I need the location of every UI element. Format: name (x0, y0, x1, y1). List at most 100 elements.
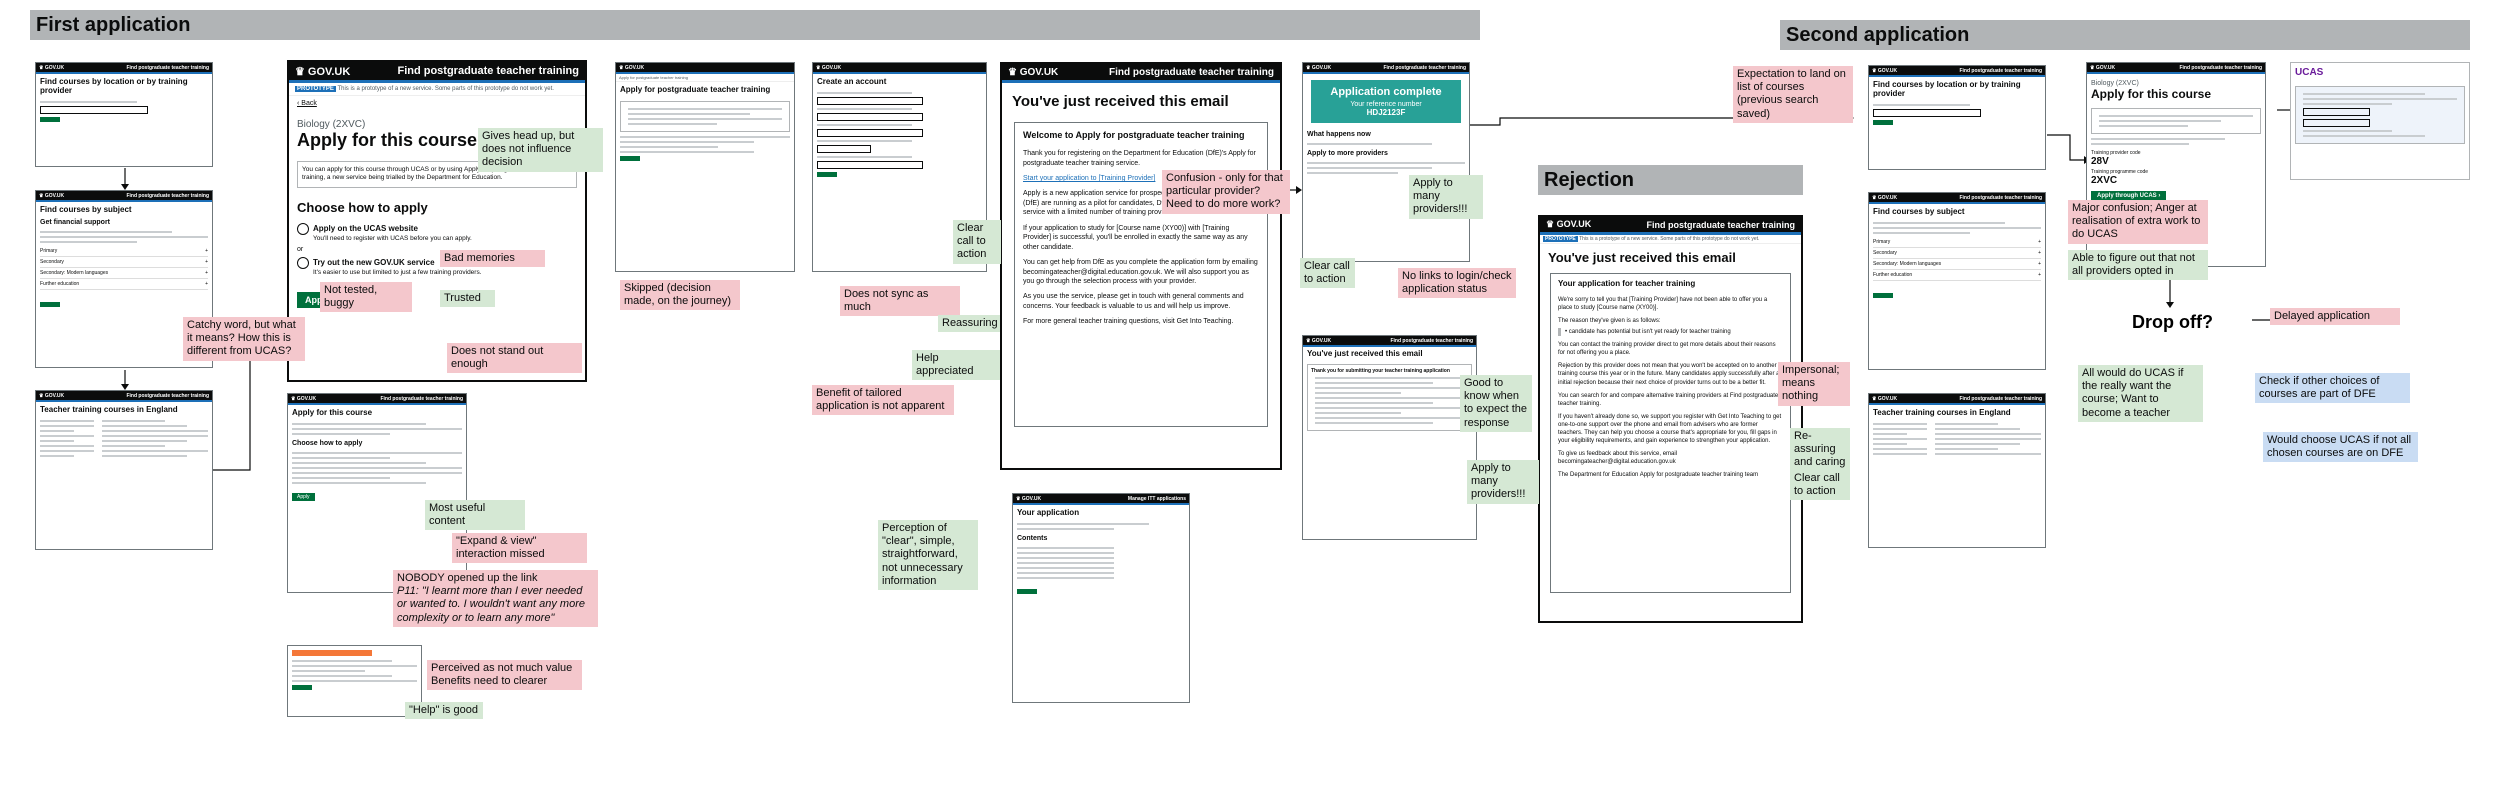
radio-govuk[interactable] (297, 256, 309, 269)
gov-header: ♛ GOV.UK Find postgraduate teacher train… (1002, 64, 1280, 80)
rejection-reason: • candidate has potential but isn't yet … (1558, 328, 1783, 337)
ucas-username[interactable] (2303, 108, 2370, 116)
info-box (620, 100, 790, 132)
gov-header: ♛ GOV.UK Find postgraduate teacher traini… (1303, 336, 1476, 345)
note: Clear call to action (953, 220, 1001, 264)
note: Catchy word, but what it means? How this… (183, 317, 305, 361)
screen-second-find-location: ♛ GOV.UK Find postgraduate teacher traini… (1868, 65, 2046, 170)
gov-header: ♛ GOV.UK Find postgraduate teacher traini… (1869, 66, 2045, 75)
filter-panel (36, 417, 98, 460)
email-paragraph: We're sorry to tell you that [Training P… (1558, 296, 1768, 311)
continue-button[interactable] (40, 301, 60, 307)
reference-label: Your reference number (1350, 101, 1422, 108)
confirmation-title: Application complete (1330, 86, 1442, 98)
note: Good to know when to expect the response (1460, 375, 1532, 432)
crown-logo-icon: ♛ (1008, 66, 1020, 78)
screen-apply-for-course: ♛ GOV.UK Find postgraduate teacher train… (287, 60, 587, 382)
provider-code: 28V (2091, 156, 2109, 167)
subject-row[interactable]: Secondary + (40, 257, 208, 268)
continue-button[interactable] (1873, 119, 1893, 125)
email-paragraph: Rejection by this provider does not mean… (1558, 363, 1783, 386)
service-name[interactable]: Find postgraduate teacher training (1109, 67, 1274, 78)
option-ucas[interactable]: Apply on the UCAS website You'll need to… (289, 221, 585, 244)
screen-apply-expanded: ♛ GOV.UK Find postgraduate teacher traini… (287, 393, 467, 593)
note: Expectation to land on list of courses (… (1733, 66, 1853, 123)
continue-button[interactable] (292, 685, 312, 690)
screen-submission-email: ♛ GOV.UK Find postgraduate teacher traini… (1302, 335, 1477, 540)
start-button[interactable] (620, 155, 640, 161)
screen-title: Teacher training courses in England (40, 405, 178, 414)
section-header-first-application: First application (30, 10, 1480, 40)
continue-button[interactable] (1873, 292, 1893, 298)
location-input[interactable] (1873, 108, 1981, 117)
crown-logo-icon: ♛ (295, 65, 308, 78)
service-name[interactable]: Find postgraduate teacher training (1646, 220, 1795, 230)
note: Re-assuring and caring (1790, 428, 1850, 472)
email-field[interactable] (817, 96, 923, 105)
subject-row[interactable]: Primary + (40, 246, 208, 257)
note-perceived-value: Perceived as not much value Benefits nee… (427, 660, 582, 691)
page-title: Apply for this course (2091, 87, 2212, 101)
submit-button[interactable] (1017, 588, 1037, 594)
page-title: You've just received this email (1548, 250, 1736, 265)
note: Clear call to action (1790, 470, 1850, 501)
screen-apply-landing: ♛ GOV.UK Apply for postgraduate teacher … (615, 62, 795, 272)
note: Perception of "clear", simple, straightf… (878, 520, 978, 590)
find-link-paragraph[interactable]: You can search for and compare alternati… (1558, 392, 1783, 408)
plus-icon: + (205, 247, 208, 254)
warning-banner (292, 650, 372, 656)
provider-code-label: Training provider code (2091, 150, 2141, 156)
phone-field[interactable] (817, 160, 923, 169)
subject-row[interactable]: Secondary + (1873, 248, 2041, 259)
subject-row[interactable]: Secondary: Modern languages + (40, 268, 208, 279)
subject-row[interactable]: Primary + (1873, 237, 2041, 248)
screen-help-panel (287, 645, 422, 717)
note: Trusted (440, 290, 495, 308)
subject-row[interactable]: Further education + (40, 279, 208, 290)
gov-header: ♛ GOV.UK Find postgraduate teacher traini… (36, 391, 212, 400)
note: Able to figure out that not all provider… (2068, 250, 2208, 281)
plus-icon: + (2038, 271, 2041, 278)
confirmation-panel: Application complete Your reference numb… (1311, 80, 1461, 123)
email-paragraph: If your application to study for [Course… (1023, 224, 1248, 251)
crown-logo-icon: ♛ GOV.UK (816, 64, 842, 71)
screen-second-find-subject: ♛ GOV.UK Find postgraduate teacher traini… (1868, 192, 2046, 370)
subject-row[interactable]: Further education + (1873, 270, 2041, 281)
radio-ucas[interactable] (297, 222, 309, 235)
location-input[interactable] (40, 105, 148, 114)
plus-icon: + (205, 269, 208, 276)
ucas-password[interactable] (2303, 119, 2370, 127)
screen-title: Find courses by location or by training … (40, 77, 188, 95)
gov-header: ♛ GOV.UK Find postgraduate teacher traini… (1869, 394, 2045, 403)
create-account-button[interactable] (817, 171, 837, 177)
note: Does not stand out enough (447, 343, 582, 374)
service-name[interactable]: Find postgraduate teacher training (397, 65, 579, 77)
note: "Help" is good (405, 702, 483, 720)
first-name-field[interactable] (817, 112, 923, 121)
gov-logo[interactable]: ♛ GOV.UK (1546, 219, 1591, 230)
gov-logo[interactable]: ♛ GOV.UK (1008, 67, 1058, 78)
last-name-field[interactable] (817, 128, 923, 137)
page-title: You've just received this email (1307, 349, 1423, 358)
apply-more-heading: Apply to more providers (1307, 150, 1388, 157)
subject-row[interactable]: Secondary: Modern languages + (1873, 259, 2041, 270)
apply-button[interactable]: Apply (292, 492, 315, 501)
prototype-banner: PROTOTYPE This is a prototype of a new s… (289, 83, 585, 96)
continue-button[interactable] (40, 116, 60, 122)
back-link[interactable]: ‹ Back (289, 96, 585, 111)
filter-panel (1869, 420, 1931, 458)
gov-header: ♛ GOV.UK (813, 63, 986, 72)
note: Does not sync as much (840, 286, 960, 317)
gov-header: ♛ GOV.UK Find postgraduate teacher traini… (1869, 193, 2045, 202)
note: Apply to many providers!!! (1409, 175, 1483, 219)
note: Clear call to action (1300, 258, 1355, 289)
gov-header: ♛ GOV.UK Manage ITT applications (1013, 494, 1189, 503)
note: Not tested, buggy (320, 282, 412, 313)
drop-off-label: Drop off? (2132, 312, 2213, 332)
note: No links to login/check application stat… (1398, 268, 1516, 299)
dob-field[interactable] (817, 144, 871, 153)
service-name: Find postgraduate teacher training (126, 64, 209, 71)
gov-logo[interactable]: ♛ GOV.UK (295, 65, 350, 78)
note: Check if other choices of courses are pa… (2255, 373, 2410, 404)
gov-header: ♛ GOV.UK Find postgraduate teacher train… (289, 62, 585, 80)
